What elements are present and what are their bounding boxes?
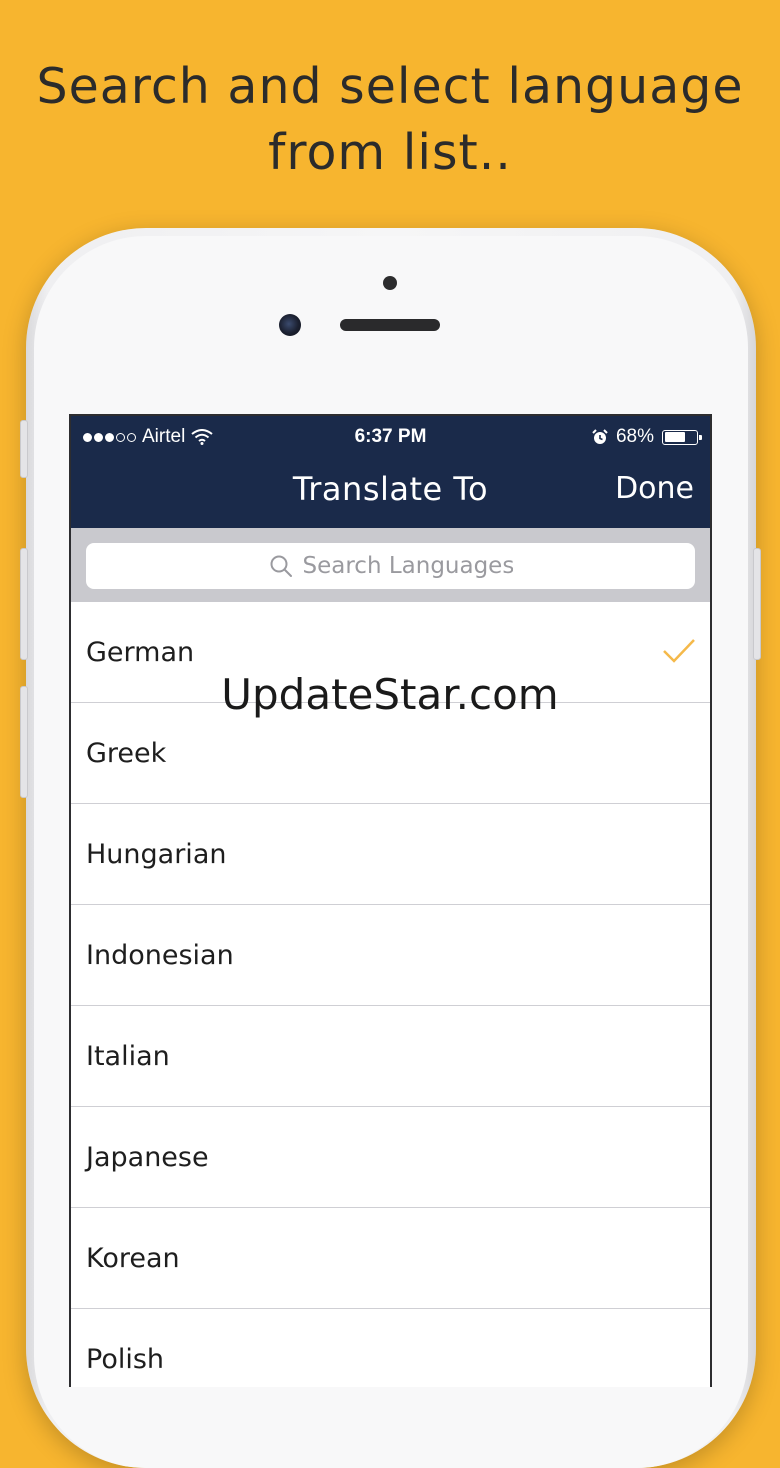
language-label: Japanese bbox=[86, 1141, 209, 1173]
done-button[interactable]: Done bbox=[615, 471, 694, 506]
language-row[interactable]: German bbox=[71, 602, 710, 703]
search-input[interactable] bbox=[302, 553, 513, 579]
promo-headline-line1: Search and select language bbox=[36, 58, 744, 115]
phone-mute-switch bbox=[20, 420, 28, 478]
search-field[interactable] bbox=[86, 543, 695, 589]
front-camera bbox=[279, 314, 301, 336]
status-bar-right: 68% bbox=[592, 426, 702, 448]
app-screen: Airtel 6:37 PM 68% Translate To Done Sea… bbox=[69, 414, 712, 1387]
proximity-sensor bbox=[383, 276, 397, 290]
language-list: German Greek Hungarian Indonesian Italian Jap… bbox=[71, 602, 710, 1387]
battery-percent: 68% bbox=[615, 426, 654, 447]
search-bar bbox=[71, 528, 710, 602]
language-label: Italian bbox=[86, 1040, 170, 1072]
phone-power-button bbox=[753, 548, 761, 660]
language-row[interactable]: Korean bbox=[71, 1208, 710, 1309]
language-row[interactable]: Indonesian bbox=[71, 905, 710, 1006]
language-row[interactable]: Polish bbox=[71, 1309, 710, 1387]
language-label: Polish bbox=[86, 1343, 165, 1375]
language-row[interactable]: Hungarian bbox=[71, 804, 710, 905]
earpiece-speaker bbox=[340, 319, 440, 331]
alarm-clock-icon bbox=[592, 429, 608, 444]
language-label: German bbox=[86, 636, 195, 668]
language-row[interactable]: Italian bbox=[71, 1006, 710, 1107]
promo-headline: Search and select language from list.. bbox=[0, 54, 780, 186]
language-label: Korean bbox=[86, 1242, 180, 1274]
battery-icon bbox=[662, 429, 702, 445]
language-label: Indonesian bbox=[86, 939, 234, 971]
phone-volume-down-button bbox=[20, 686, 28, 798]
language-label: Hungarian bbox=[86, 838, 227, 870]
phone-volume-up-button bbox=[20, 548, 28, 660]
promo-headline-line2: from list.. bbox=[268, 124, 512, 181]
language-row[interactable]: Japanese bbox=[71, 1107, 710, 1208]
search-icon bbox=[270, 555, 292, 577]
checkmark-icon bbox=[663, 639, 695, 663]
navigation-bar: Airtel 6:37 PM 68% Translate To Done bbox=[71, 416, 710, 528]
language-row[interactable]: Greek bbox=[71, 703, 710, 804]
language-label: Greek bbox=[86, 737, 167, 769]
